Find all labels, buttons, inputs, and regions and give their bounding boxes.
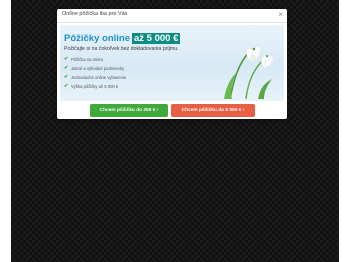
feature-list: ✔ Pôžička na mieru ✔ Jasné a výhodné podmi… [64,55,126,91]
check-icon: ✔ [64,56,69,62]
banner-subtitle: Požičajte si na čokoľvek bez dokladovani… [64,46,179,52]
close-icon[interactable]: × [278,10,283,20]
check-icon: ✔ [64,83,69,89]
modal-title: Online pôžička iba pre Vás [62,11,128,17]
promo-banner: Pôžičky online až 5 000 € Požičajte si na… [60,25,284,101]
snowdrop-flower-illustration [224,46,274,99]
loan-offer-modal: Online pôžička iba pre Vás × Pôžičky onl… [57,9,287,119]
headline-highlight: až 5 000 € [132,33,181,44]
headline-main: Pôžičky online [64,33,130,44]
feature-item: ✔ Jednoduché online vybavenie [64,74,127,80]
modal-header: Online pôžička iba pre Vás × [57,9,287,23]
large-loan-button[interactable]: Chcem pôžičku do 5 000 € › [171,104,255,117]
banner-headline: Pôžičky online až 5 000 € [64,33,181,44]
feature-item: ✔ Výška pôžičky až 5 000 € [64,83,119,89]
check-icon: ✔ [64,65,69,71]
feature-item: ✔ Pôžička na mieru [64,56,104,62]
feature-item: ✔ Jasné a výhodné podmienky [64,65,125,71]
small-loan-button[interactable]: Chcem pôžičku do 250 € › [90,104,168,117]
check-icon: ✔ [64,74,69,80]
